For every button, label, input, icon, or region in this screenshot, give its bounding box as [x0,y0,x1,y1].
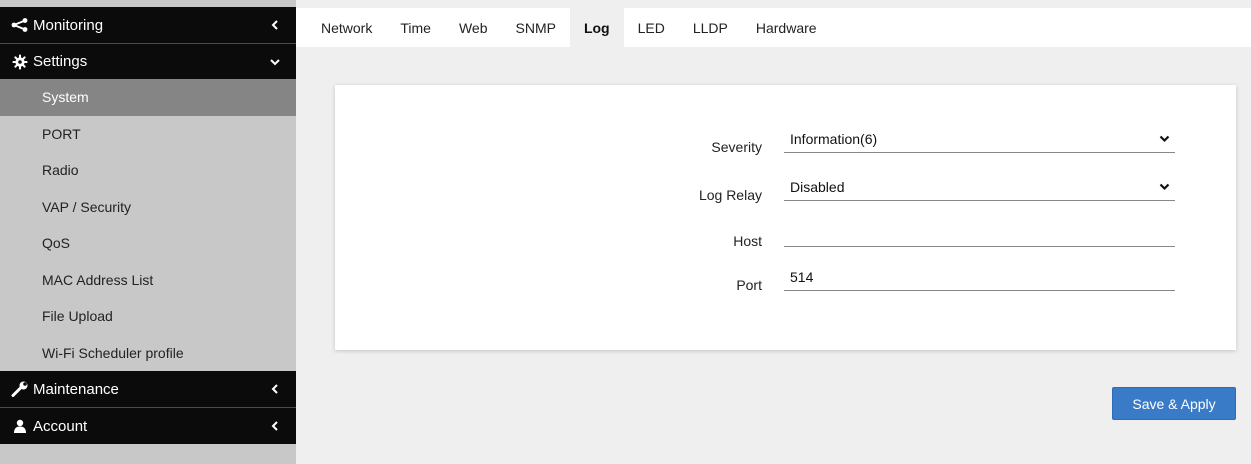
chevron-left-icon [268,382,282,396]
sidebar-top-spacer [0,0,296,7]
sidebar-section-label: Monitoring [33,16,104,34]
tab-web[interactable]: Web [445,8,502,47]
sidebar-section-settings[interactable]: Settings [0,44,296,79]
tab-network[interactable]: Network [307,8,386,47]
sidebar-item-label: MAC Address List [42,271,154,288]
tab-lldp[interactable]: LLDP [679,8,742,47]
severity-select[interactable]: Information(6) [784,125,1175,153]
port-row: Port 514 [335,261,1236,301]
gear-icon [10,53,30,71]
user-icon [10,417,30,435]
wrench-icon [10,380,30,398]
sidebar-item-label: Wi-Fi Scheduler profile [42,344,184,361]
log-relay-select[interactable]: Disabled [784,173,1175,201]
sidebar-section-label: Settings [33,53,88,70]
tab-hardware[interactable]: Hardware [742,8,831,47]
sidebar-item-label: Radio [42,162,79,179]
tab-label: LLDP [692,19,728,36]
share-icon [10,16,30,34]
sidebar-item-label: VAP / Security [42,198,131,215]
sidebar-item-radio[interactable]: Radio [0,152,296,189]
chevron-left-icon [268,419,282,433]
sidebar-item-file-upload[interactable]: File Upload [0,298,296,335]
port-value: 514 [790,268,814,285]
chevron-down-icon [1157,132,1171,146]
log-settings-card: Severity Information(6) Log Relay Disabl… [335,85,1236,350]
tab-bar: Network Time Web SNMP Log LED LLDP Hardw… [296,8,1251,47]
tab-time[interactable]: Time [386,8,445,47]
log-relay-row: Log Relay Disabled [335,171,1236,211]
sidebar: Monitoring Settings System PORT Radio VA… [0,0,296,464]
sidebar-item-label: QoS [42,235,71,252]
port-label: Port [736,277,762,293]
port-input[interactable]: 514 [784,263,1175,291]
sidebar-section-monitoring[interactable]: Monitoring [0,7,296,43]
tab-led[interactable]: LED [624,8,679,47]
tab-label: Network [321,19,373,36]
sidebar-item-vap-security[interactable]: VAP / Security [0,189,296,226]
tab-label: Web [458,19,488,36]
save-apply-button[interactable]: Save & Apply [1112,387,1236,420]
tab-label: LED [637,19,665,36]
sidebar-item-qos[interactable]: QoS [0,225,296,262]
sidebar-item-port[interactable]: PORT [0,116,296,153]
severity-label: Severity [711,139,762,155]
tab-label: Log [583,19,610,36]
chevron-down-icon [268,55,282,69]
host-row: Host [335,217,1236,257]
host-label: Host [733,233,762,249]
host-input[interactable] [784,219,1175,247]
severity-value: Information(6) [790,130,878,147]
sidebar-item-label: File Upload [42,308,113,325]
tab-log[interactable]: Log [569,8,624,47]
sidebar-section-label: Account [33,417,88,435]
severity-row: Severity Information(6) [335,123,1236,163]
log-relay-value: Disabled [790,178,845,195]
sidebar-item-label: System [42,89,89,106]
tab-label: Time [400,19,431,36]
tab-label: SNMP [515,19,556,36]
tab-label: Hardware [755,19,817,36]
log-relay-label: Log Relay [698,187,762,203]
sidebar-item-wifi-scheduler[interactable]: Wi-Fi Scheduler profile [0,335,296,372]
sidebar-section-maintenance[interactable]: Maintenance [0,371,296,407]
sidebar-item-label: PORT [42,125,81,142]
sidebar-item-system[interactable]: System [0,79,296,116]
sidebar-item-mac-address-list[interactable]: MAC Address List [0,262,296,299]
chevron-down-icon [1157,180,1171,194]
tab-snmp[interactable]: SNMP [502,8,570,47]
sidebar-section-label: Maintenance [33,380,119,398]
chevron-left-icon [268,18,282,32]
sidebar-section-account[interactable]: Account [0,408,296,444]
